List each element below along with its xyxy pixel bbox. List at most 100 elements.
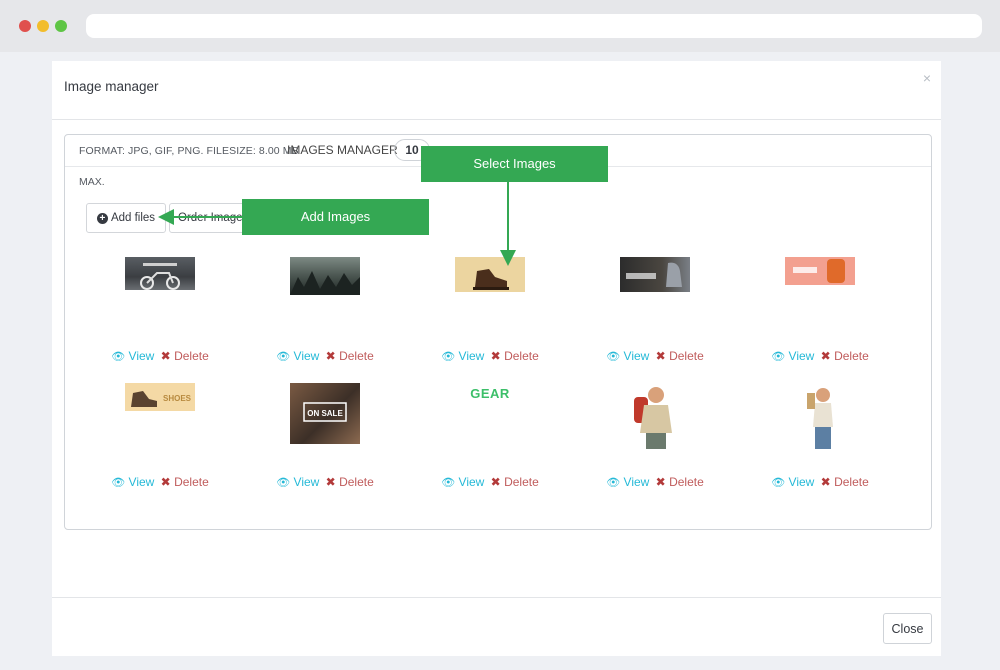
order-images-button[interactable]: Order Images — [169, 203, 247, 233]
delete-link[interactable]: ✖ Delete — [161, 475, 209, 489]
view-link[interactable]: 👁 View — [771, 475, 814, 489]
image-item: 👁 View ✖ Delete — [745, 383, 895, 503]
delete-link[interactable]: ✖ Delete — [821, 349, 869, 363]
view-link[interactable]: 👁 View — [606, 349, 649, 363]
window-close-dot[interactable] — [19, 20, 31, 32]
close-icon[interactable]: × — [923, 70, 931, 86]
delete-link[interactable]: ✖ Delete — [491, 349, 539, 363]
plus-circle-icon: + — [96, 212, 108, 224]
delete-label: Delete — [174, 349, 209, 363]
image-thumbnail[interactable] — [620, 383, 690, 449]
eye-icon: 👁 — [111, 351, 126, 363]
delete-label: Delete — [504, 475, 539, 489]
image-actions: 👁 View ✖ Delete — [580, 349, 730, 363]
delete-link[interactable]: ✖ Delete — [326, 475, 374, 489]
image-item: 👁 View ✖ Delete — [85, 257, 235, 377]
divider — [52, 597, 941, 598]
delete-label: Delete — [339, 475, 374, 489]
image-item: 👁 View ✖ Delete — [580, 257, 730, 377]
delete-link[interactable]: ✖ Delete — [491, 475, 539, 489]
view-link[interactable]: 👁 View — [606, 475, 649, 489]
image-thumbnail[interactable]: GEAR — [455, 383, 525, 413]
image-thumbnail[interactable] — [125, 257, 195, 290]
view-link[interactable]: 👁 View — [276, 349, 319, 363]
image-actions: 👁 View ✖ Delete — [745, 349, 895, 363]
view-label: View — [623, 475, 650, 489]
view-link[interactable]: 👁 View — [111, 475, 154, 489]
view-label: View — [788, 475, 815, 489]
max-info: MAX. — [79, 176, 105, 188]
image-actions: 👁 View ✖ Delete — [415, 349, 565, 363]
eye-icon: 👁 — [276, 351, 291, 363]
delete-label: Delete — [504, 349, 539, 363]
add-images-callout: Add Images — [242, 199, 429, 235]
image-item: 👁 View ✖ Delete — [580, 383, 730, 503]
close-icon: ✖ — [160, 475, 171, 489]
view-link[interactable]: 👁 View — [441, 475, 484, 489]
view-link[interactable]: 👁 View — [276, 475, 319, 489]
close-icon: ✖ — [325, 349, 336, 363]
delete-link[interactable]: ✖ Delete — [326, 349, 374, 363]
view-label: View — [458, 349, 485, 363]
view-label: View — [293, 349, 320, 363]
eye-icon: 👁 — [771, 351, 786, 363]
close-icon: ✖ — [655, 475, 666, 489]
window-minimize-dot[interactable] — [37, 20, 49, 32]
image-actions: 👁 View ✖ Delete — [250, 475, 400, 489]
view-link[interactable]: 👁 View — [111, 349, 154, 363]
image-thumbnail[interactable] — [785, 383, 855, 449]
close-icon: ✖ — [490, 349, 501, 363]
view-link[interactable]: 👁 View — [771, 349, 814, 363]
image-thumbnail[interactable] — [455, 257, 525, 292]
image-item: ON SALE 👁 View ✖ Delete — [250, 383, 400, 503]
delete-label: Delete — [834, 475, 869, 489]
format-info: FORMAT: JPG, GIF, PNG. FILESIZE: 8.00 MB — [79, 145, 299, 157]
delete-link[interactable]: ✖ Delete — [656, 475, 704, 489]
close-icon: ✖ — [160, 349, 171, 363]
image-item: GEAR 👁 View ✖ Delete — [415, 383, 565, 503]
image-thumbnail[interactable] — [785, 257, 855, 285]
eye-icon: 👁 — [441, 477, 456, 489]
image-thumbnail[interactable]: ON SALE — [290, 383, 360, 444]
image-actions: 👁 View ✖ Delete — [415, 475, 565, 489]
image-item: 👁 View ✖ Delete — [415, 257, 565, 377]
delete-link[interactable]: ✖ Delete — [161, 349, 209, 363]
panel-title: IMAGES MANAGER — [287, 143, 398, 157]
close-icon: ✖ — [820, 349, 831, 363]
eye-icon: 👁 — [606, 351, 621, 363]
eye-icon: 👁 — [606, 477, 621, 489]
delete-link[interactable]: ✖ Delete — [656, 349, 704, 363]
add-files-button[interactable]: + Add files — [86, 203, 166, 233]
view-label: View — [788, 349, 815, 363]
close-icon: ✖ — [325, 475, 336, 489]
window-maximize-dot[interactable] — [55, 20, 67, 32]
close-icon: ✖ — [820, 475, 831, 489]
image-thumbnail[interactable] — [620, 257, 690, 292]
image-thumbnail[interactable]: SHOES — [125, 383, 195, 411]
browser-chrome — [0, 0, 1000, 52]
image-item: SHOES 👁 View ✖ Delete — [85, 383, 235, 503]
image-item: 👁 View ✖ Delete — [250, 257, 400, 377]
image-thumbnail[interactable] — [290, 257, 360, 295]
close-button[interactable]: Close — [883, 613, 932, 644]
eye-icon: 👁 — [771, 477, 786, 489]
image-actions: 👁 View ✖ Delete — [250, 349, 400, 363]
delete-label: Delete — [669, 349, 704, 363]
close-icon: ✖ — [490, 475, 501, 489]
image-caption: ON SALE — [307, 409, 343, 418]
eye-icon: 👁 — [441, 351, 456, 363]
close-icon: ✖ — [655, 349, 666, 363]
delete-label: Delete — [669, 475, 704, 489]
image-actions: 👁 View ✖ Delete — [745, 475, 895, 489]
image-actions: 👁 View ✖ Delete — [85, 349, 235, 363]
modal-title: Image manager — [64, 79, 159, 94]
view-link[interactable]: 👁 View — [441, 349, 484, 363]
delete-label: Delete — [174, 475, 209, 489]
delete-label: Delete — [339, 349, 374, 363]
delete-link[interactable]: ✖ Delete — [821, 475, 869, 489]
address-bar[interactable] — [86, 14, 982, 38]
add-files-label: Add files — [110, 212, 156, 224]
image-caption: SHOES — [163, 394, 192, 403]
view-label: View — [458, 475, 485, 489]
view-label: View — [128, 475, 155, 489]
